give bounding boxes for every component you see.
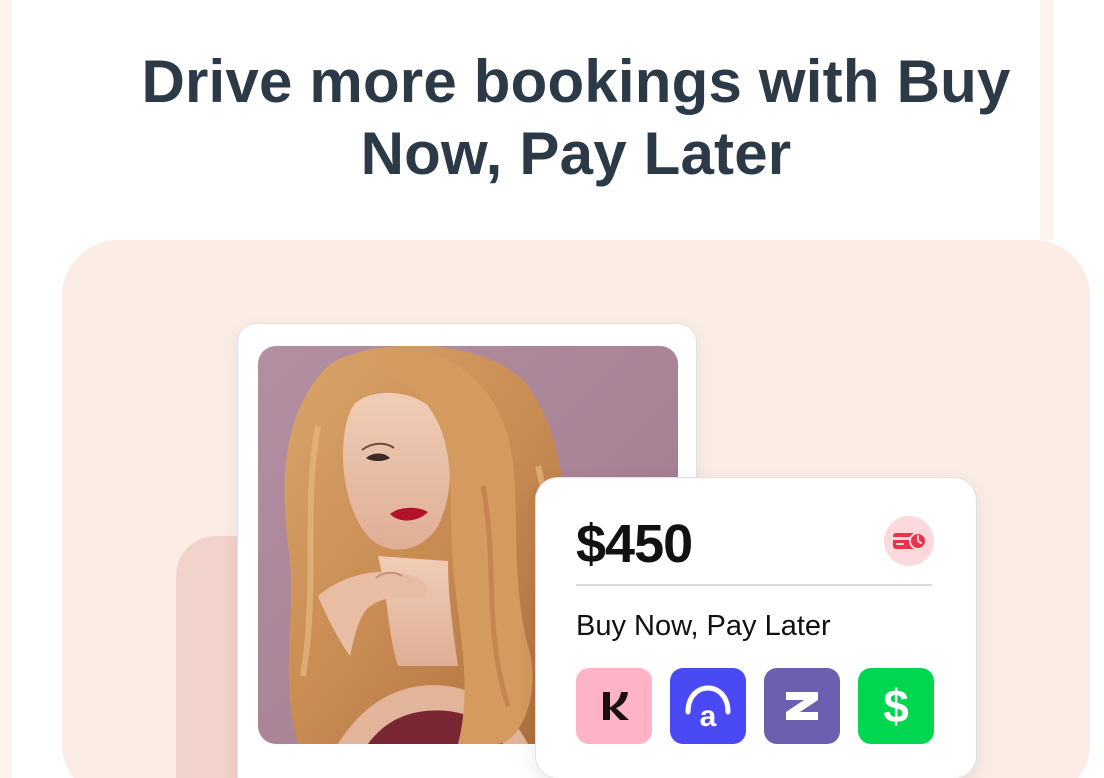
payment-card: $450 Buy Now, Pay Later a $ <box>536 478 976 778</box>
klarna-k-icon[interactable] <box>576 668 652 744</box>
price-amount: $450 <box>576 514 693 574</box>
bnpl-label: Buy Now, Pay Later <box>576 610 831 642</box>
left-edge-strip <box>0 0 12 778</box>
svg-text:$: $ <box>883 681 909 731</box>
hero-headline: Drive more bookings with Buy Now, Pay La… <box>141 48 1011 187</box>
price-divider <box>576 584 932 586</box>
card-clock-icon <box>884 516 934 566</box>
cash-app-dollar-icon[interactable]: $ <box>858 668 934 744</box>
affirm-a-icon[interactable]: a <box>670 668 746 744</box>
svg-text:a: a <box>700 700 717 733</box>
zip-z-icon[interactable] <box>764 668 840 744</box>
page: Drive more bookings with Buy Now, Pay La… <box>0 0 1104 778</box>
